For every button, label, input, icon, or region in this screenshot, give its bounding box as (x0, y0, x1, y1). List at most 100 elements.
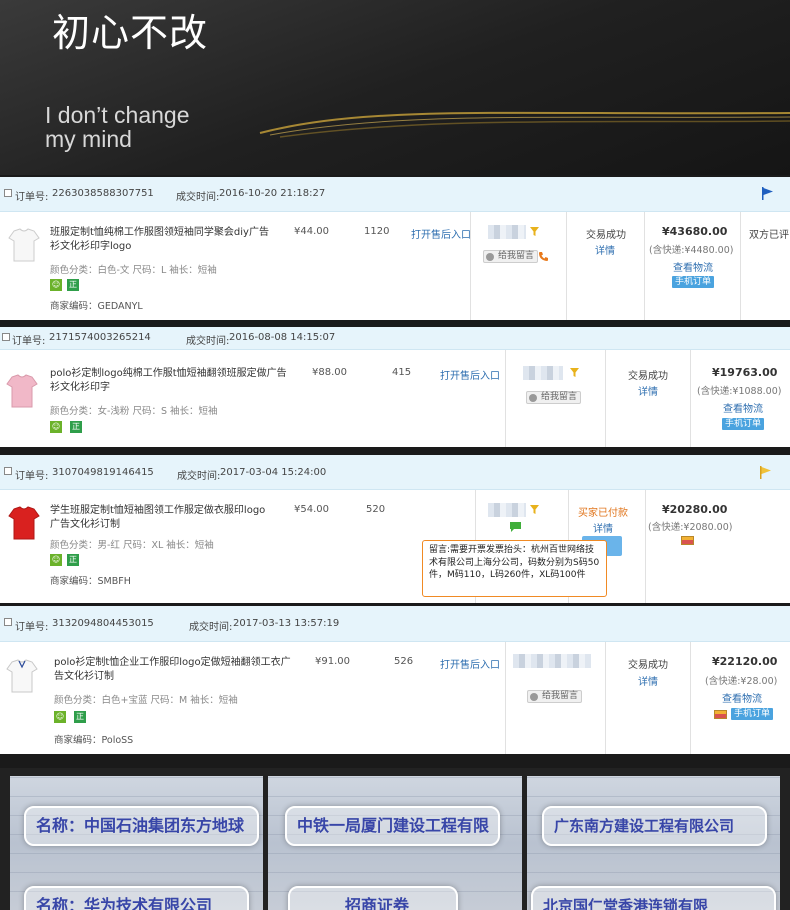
product-title[interactable]: polo衫定制logo纯棉工作服t恤短袖翻领班服定做广告衫文化衫印字 (50, 367, 295, 395)
buyer-name-blurred (488, 225, 526, 239)
company-name-stamp: 招商证券 (288, 886, 458, 910)
shipping-fee: (含快递:¥1088.00) (697, 386, 782, 397)
badge-genuine-icon: 正 (70, 421, 82, 433)
message-label: 给我留言 (542, 691, 579, 701)
column-divider (740, 212, 741, 320)
message-bubble-icon (530, 693, 538, 701)
product-attributes: 颜色分类：白色+宝蓝 尺码：M 袖长：短袖 (54, 695, 238, 706)
view-logistics-link[interactable]: 查看物流 (723, 400, 763, 415)
banner-subtitle-line2: my mind (45, 126, 132, 152)
banner-subtitle: I don’t change my mind (45, 103, 190, 151)
unit-price: ¥88.00 (312, 367, 347, 378)
product-attributes: 颜色分类：女-浅粉 尺码：S 袖长：短袖 (50, 406, 218, 417)
company-name-stamp: 中铁一局厦门建设工程有限 (285, 806, 500, 846)
unit-price: ¥54.00 (294, 504, 329, 515)
badge-genuine-icon: 正 (67, 279, 79, 291)
after-sale-link[interactable]: 打开售后入口 (411, 226, 471, 241)
order-number-label: 订单号: (15, 471, 49, 482)
gold-swoosh-decoration (259, 111, 790, 138)
buyer-name-blurred (523, 366, 563, 380)
order-number: 3132094804453015 (52, 618, 154, 629)
product-thumbnail-red-tshirt[interactable] (8, 505, 40, 541)
view-logistics-link[interactable]: 查看物流 (673, 259, 713, 274)
filter-funnel-icon[interactable] (530, 227, 539, 236)
order-checkbox[interactable] (4, 189, 12, 197)
deal-time: 2017-03-04 15:24:00 (220, 467, 327, 478)
deal-time-label: 成交时间: (177, 471, 221, 482)
badge-guarantee-icon: ☺ (54, 711, 66, 723)
trade-status: 交易成功 (628, 660, 668, 671)
product-title[interactable]: 学生班服定制t恤短袖图领工作服定做衣服印logo广告文化衫订制 (50, 504, 275, 532)
after-sale-link[interactable]: 打开售后入口 (440, 367, 500, 382)
document-photo-1: 名称：中国石油集团东方地球 名称：华为技术有限公司 (10, 776, 263, 910)
company-name-stamp: 北京国仁堂香港连锁有限 (531, 886, 776, 910)
phone-icon[interactable] (538, 251, 549, 262)
filter-funnel-icon[interactable] (530, 505, 539, 514)
message-green-icon[interactable] (510, 522, 521, 532)
order-checkbox[interactable] (2, 333, 10, 341)
merchant-code: 商家编码：GEDANYL (50, 301, 143, 312)
deal-time-label: 成交时间: (176, 192, 220, 203)
filter-funnel-icon[interactable] (570, 368, 579, 377)
quantity: 415 (392, 367, 412, 378)
trade-status: 交易成功 (628, 371, 668, 382)
after-sale-link[interactable]: 打开售后入口 (440, 656, 500, 671)
leave-message-button[interactable]: 给我留言 (527, 690, 583, 703)
order-header: 订单号: 3107049819146415 成交时间: 2017-03-04 1… (0, 455, 790, 490)
order-card-2: 订单号: 2171574003265214 成交时间: 2016-08-08 1… (0, 327, 790, 447)
order-total: ¥20280.00 (662, 503, 728, 516)
view-logistics-link[interactable]: 查看物流 (722, 690, 762, 705)
message-label: 给我留言 (541, 392, 578, 402)
column-divider (605, 350, 606, 447)
credit-card-icon (681, 536, 694, 545)
order-total: ¥22120.00 (712, 655, 778, 668)
order-total: ¥19763.00 (712, 366, 778, 379)
order-checkbox[interactable] (4, 618, 12, 626)
buyer-name-blurred (488, 503, 526, 517)
shipping-fee: (含快递:¥2080.00) (648, 522, 733, 533)
order-header: 订单号: 3132094804453015 成交时间: 2017-03-13 1… (0, 606, 790, 642)
order-detail-link[interactable]: 详情 (638, 383, 658, 398)
order-number: 3107049819146415 (52, 467, 154, 478)
product-attributes: 颜色分类：白色-文 尺码：L 袖长：短袖 (50, 265, 217, 276)
order-total: ¥43680.00 (662, 225, 728, 238)
order-header: 订单号: 2263038588307751 成交时间: 2016-10-20 2… (0, 177, 790, 212)
deal-time: 2016-08-08 14:15:07 (229, 332, 336, 343)
badge-genuine-icon: 正 (67, 554, 79, 566)
leave-message-button[interactable]: 给我留言 (483, 250, 539, 263)
order-detail-link[interactable]: 详情 (595, 242, 615, 257)
unit-price: ¥91.00 (315, 656, 350, 667)
company-name-stamp: 名称：中国石油集团东方地球 (24, 806, 259, 846)
badge-guarantee-icon: ☺ (50, 279, 62, 291)
hero-banner: 初心不改 I don’t change my mind (0, 0, 790, 175)
order-number: 2171574003265214 (49, 332, 151, 343)
flag-blue-icon[interactable] (762, 187, 774, 200)
product-thumbnail-white-polo[interactable] (6, 658, 38, 694)
order-number-label: 订单号: (15, 192, 49, 203)
flag-yellow-icon[interactable] (760, 466, 772, 479)
order-detail-link[interactable]: 详情 (638, 673, 658, 688)
badge-guarantee-icon: ☺ (50, 554, 62, 566)
deal-time: 2017-03-13 13:57:19 (233, 618, 340, 629)
order-checkbox[interactable] (4, 467, 12, 475)
quantity: 526 (394, 656, 414, 667)
leave-message-button[interactable]: 给我留言 (526, 391, 582, 404)
mobile-order-tag: 手机订单 (731, 708, 774, 720)
column-divider (690, 350, 691, 447)
product-attributes: 颜色分类：男-红 尺码：XL 袖长：短袖 (50, 540, 214, 551)
buyer-name-blurred (513, 654, 591, 668)
buyer-message-tooltip: 留言:需要开票发票抬头：杭州百世网络技术有限公司上海分公司，码数分别为S码50件… (422, 540, 607, 597)
unit-price: ¥44.00 (294, 226, 329, 237)
product-title[interactable]: 班服定制t恤纯棉工作服图领短袖同学聚会diy广告衫文化衫印字logo (50, 226, 275, 254)
product-thumbnail-white-tshirt[interactable] (8, 227, 40, 263)
product-thumbnail-pink-polo[interactable] (6, 373, 38, 409)
message-label: 给我留言 (498, 251, 535, 261)
order-number-label: 订单号: (12, 336, 46, 347)
credit-card-icon (714, 710, 727, 719)
order-detail-link[interactable]: 详情 (593, 520, 613, 535)
deal-time-label: 成交时间: (189, 622, 233, 633)
product-title[interactable]: polo衫定制t恤企业工作服印logo定做短袖翻领工衣广告文化衫订制 (54, 656, 299, 684)
company-name-stamp: 广东南方建设工程有限公司 (542, 806, 767, 846)
company-name-stamp: 名称：华为技术有限公司 (24, 886, 249, 910)
order-card-1: 订单号: 2263038588307751 成交时间: 2016-10-20 2… (0, 177, 790, 320)
